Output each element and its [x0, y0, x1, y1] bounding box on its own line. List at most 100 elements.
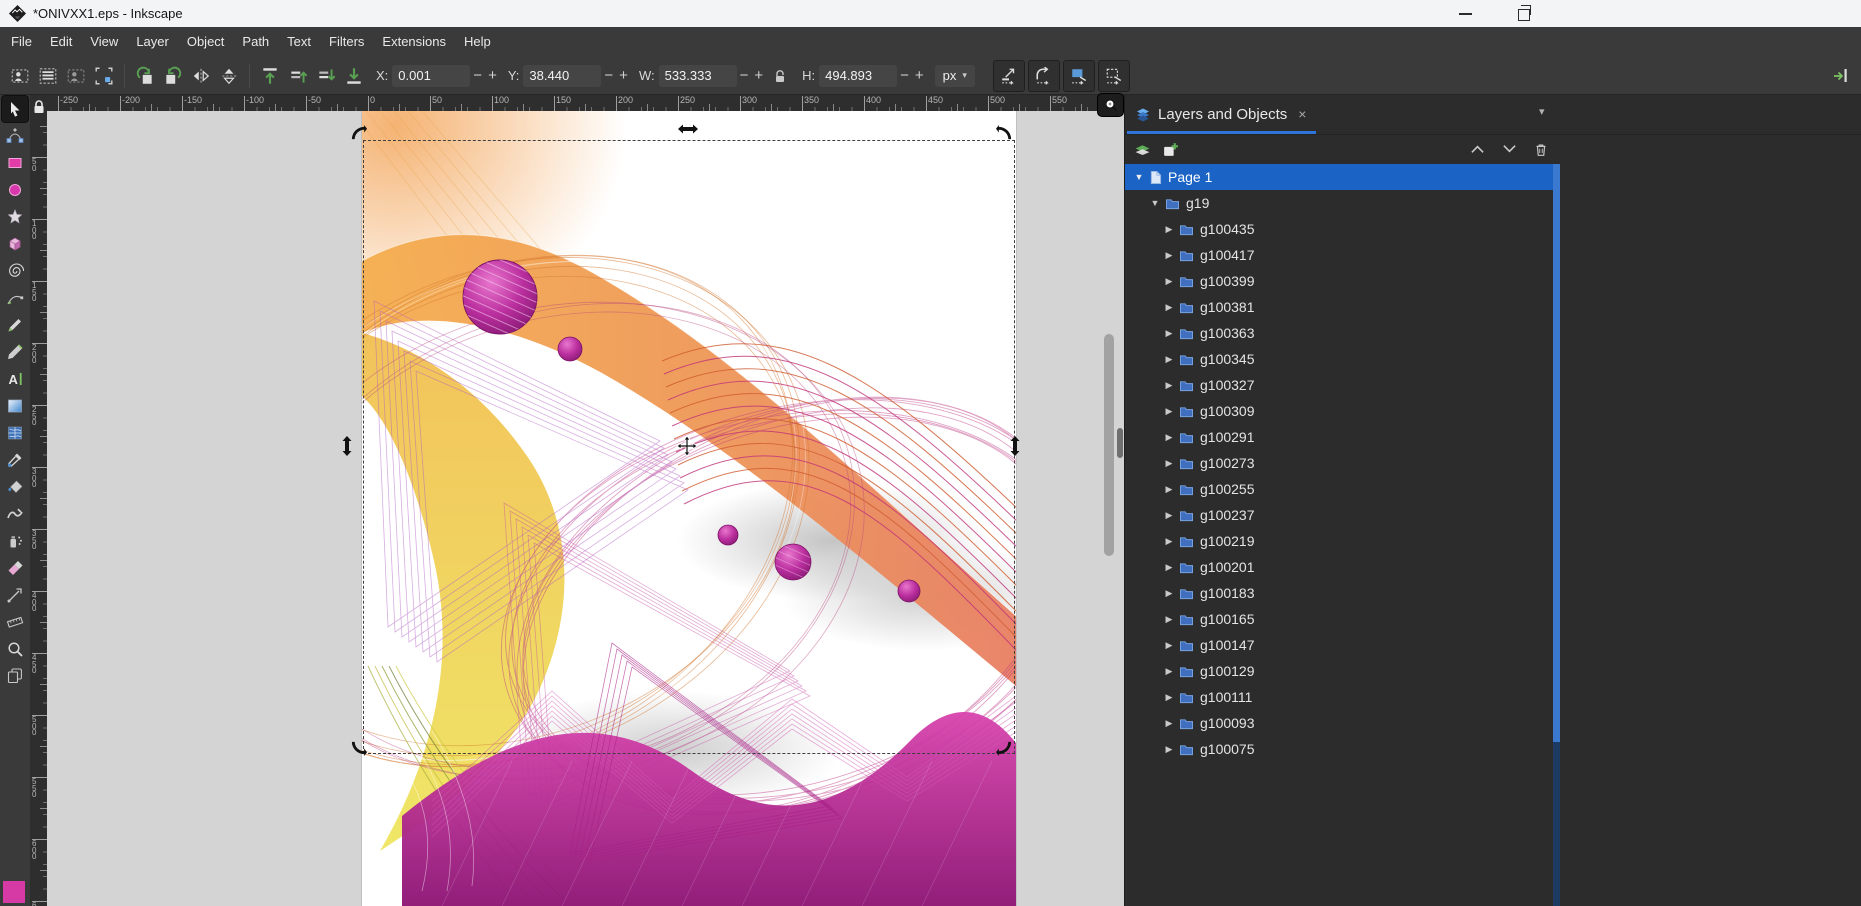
rotate-ccw-button[interactable] — [131, 62, 159, 90]
flip-vertical-button[interactable] — [215, 62, 243, 90]
layer-row[interactable]: ▶ g100147 — [1125, 632, 1553, 658]
lower-to-bottom-button[interactable] — [340, 62, 368, 90]
box3d-tool[interactable] — [2, 231, 28, 257]
eraser-tool[interactable] — [2, 555, 28, 581]
expand-arrow-icon[interactable]: ▶ — [1163, 666, 1175, 677]
lock-guides-icon[interactable] — [33, 99, 45, 115]
menu-item-filters[interactable]: Filters — [320, 27, 373, 57]
text-tool[interactable]: A — [2, 366, 28, 392]
menu-item-extensions[interactable]: Extensions — [373, 27, 455, 57]
delete-layer-button[interactable] — [1530, 138, 1552, 160]
add-layer-button[interactable] — [1159, 138, 1181, 160]
expand-arrow-icon[interactable]: ▶ — [1163, 354, 1175, 365]
y-plus-button[interactable]: + — [616, 67, 631, 84]
h-input[interactable] — [819, 65, 897, 87]
unit-dropdown[interactable]: px▾ — [935, 65, 975, 87]
selection-box-button[interactable] — [90, 62, 118, 90]
expand-arrow-icon[interactable]: ▶ — [1163, 614, 1175, 625]
snap-controls-toggle[interactable] — [1827, 62, 1855, 90]
menu-item-help[interactable]: Help — [455, 27, 500, 57]
w-plus-button[interactable]: + — [751, 67, 766, 84]
layer-row[interactable]: ▶ g100273 — [1125, 450, 1553, 476]
expand-arrow-icon[interactable]: ▶ — [1163, 588, 1175, 599]
layer-row[interactable]: ▶ g100093 — [1125, 710, 1553, 736]
pages-tool[interactable] — [2, 663, 28, 689]
y-input[interactable] — [523, 65, 601, 87]
measure-tool[interactable] — [2, 609, 28, 635]
scale-handle-left[interactable] — [341, 436, 353, 456]
move-to-layer-button[interactable] — [1131, 138, 1153, 160]
expand-arrow-icon[interactable]: ▶ — [1163, 276, 1175, 287]
menu-item-path[interactable]: Path — [233, 27, 278, 57]
layer-row[interactable]: ▶ g100291 — [1125, 424, 1553, 450]
pencil-tool[interactable] — [2, 312, 28, 338]
vertical-ruler[interactable]: 05 01 0 01 5 02 0 02 5 03 0 03 5 04 0 04… — [30, 111, 47, 906]
select-all-button[interactable] — [6, 62, 34, 90]
selector-tool[interactable] — [2, 96, 28, 122]
rotate-handle-bottom-right[interactable] — [996, 739, 1013, 756]
layer-row[interactable]: ▶ g100129 — [1125, 658, 1553, 684]
move-patterns-toggle[interactable] — [1098, 60, 1130, 92]
layer-row[interactable]: ▶ g100381 — [1125, 294, 1553, 320]
expand-arrow-icon[interactable]: ▶ — [1163, 484, 1175, 495]
layer-row[interactable]: ▶ g100399 — [1125, 268, 1553, 294]
lower-button[interactable] — [312, 62, 340, 90]
scale-handle-right[interactable] — [1009, 436, 1021, 456]
x-input[interactable] — [392, 65, 470, 87]
connector-tool[interactable] — [2, 582, 28, 608]
minimize-button[interactable] — [1448, 0, 1482, 27]
layer-row[interactable]: ▶ g100363 — [1125, 320, 1553, 346]
x-plus-button[interactable]: + — [485, 67, 500, 84]
layer-row[interactable]: ▶ g100219 — [1125, 528, 1553, 554]
close-panel-button[interactable]: × — [1298, 106, 1306, 122]
zoom-tool[interactable] — [2, 636, 28, 662]
expand-arrow-icon[interactable]: ▼ — [1133, 172, 1145, 182]
select-all-layers-button[interactable] — [34, 62, 62, 90]
scale-handle-top[interactable] — [678, 123, 698, 135]
deselect-button[interactable] — [62, 62, 90, 90]
panel-resize-grip[interactable] — [1117, 428, 1123, 458]
h-plus-button[interactable]: + — [912, 67, 927, 84]
expand-arrow-icon[interactable]: ▶ — [1163, 510, 1175, 521]
star-tool[interactable] — [2, 204, 28, 230]
rotate-handle-top-left[interactable] — [350, 125, 367, 142]
expand-arrow-icon[interactable]: ▶ — [1163, 302, 1175, 313]
layer-row[interactable]: ▶ g100237 — [1125, 502, 1553, 528]
expand-arrow-icon[interactable]: ▶ — [1163, 692, 1175, 703]
layer-row[interactable]: ▶ g100417 — [1125, 242, 1553, 268]
expand-arrow-icon[interactable]: ▶ — [1163, 328, 1175, 339]
expand-arrow-icon[interactable]: ▶ — [1163, 536, 1175, 547]
current-color-swatch[interactable] — [3, 881, 25, 903]
expand-arrow-icon[interactable]: ▶ — [1163, 406, 1175, 417]
layer-row[interactable]: ▶ g100165 — [1125, 606, 1553, 632]
rotate-cw-button[interactable] — [159, 62, 187, 90]
restore-button[interactable] — [1505, 0, 1539, 27]
paint-bucket-tool[interactable] — [2, 474, 28, 500]
menu-item-text[interactable]: Text — [278, 27, 320, 57]
spiral-tool[interactable] — [2, 258, 28, 284]
layer-row[interactable]: ▶ g100309 — [1125, 398, 1553, 424]
w-minus-button[interactable]: − — [737, 67, 752, 84]
expand-arrow-icon[interactable]: ▶ — [1163, 250, 1175, 261]
panel-menu-chevron-icon[interactable]: ▾ — [1539, 105, 1545, 118]
w-input[interactable] — [659, 65, 737, 87]
expand-arrow-icon[interactable]: ▼ — [1149, 198, 1161, 208]
expand-arrow-icon[interactable]: ▶ — [1163, 224, 1175, 235]
expand-arrow-icon[interactable]: ▶ — [1163, 432, 1175, 443]
canvas-vertical-scrollbar[interactable] — [1104, 334, 1114, 556]
rotate-handle-bottom-left[interactable] — [350, 739, 367, 756]
ellipse-tool[interactable] — [2, 177, 28, 203]
layer-row[interactable]: ▶ g100201 — [1125, 554, 1553, 580]
expand-arrow-icon[interactable]: ▶ — [1163, 562, 1175, 573]
gradient-tool[interactable] — [2, 393, 28, 419]
lock-ratio-button[interactable] — [766, 62, 794, 90]
layer-row[interactable]: ▶ g100111 — [1125, 684, 1553, 710]
spray-tool[interactable] — [2, 528, 28, 554]
layer-row[interactable]: ▶ g100183 — [1125, 580, 1553, 606]
move-down-button[interactable] — [1498, 138, 1520, 160]
expand-arrow-icon[interactable]: ▶ — [1163, 744, 1175, 755]
zoom-corner-button[interactable] — [1097, 93, 1124, 117]
h-minus-button[interactable]: − — [897, 67, 912, 84]
raise-button[interactable] — [284, 62, 312, 90]
panel-scrollbar-thumb[interactable] — [1553, 164, 1560, 742]
